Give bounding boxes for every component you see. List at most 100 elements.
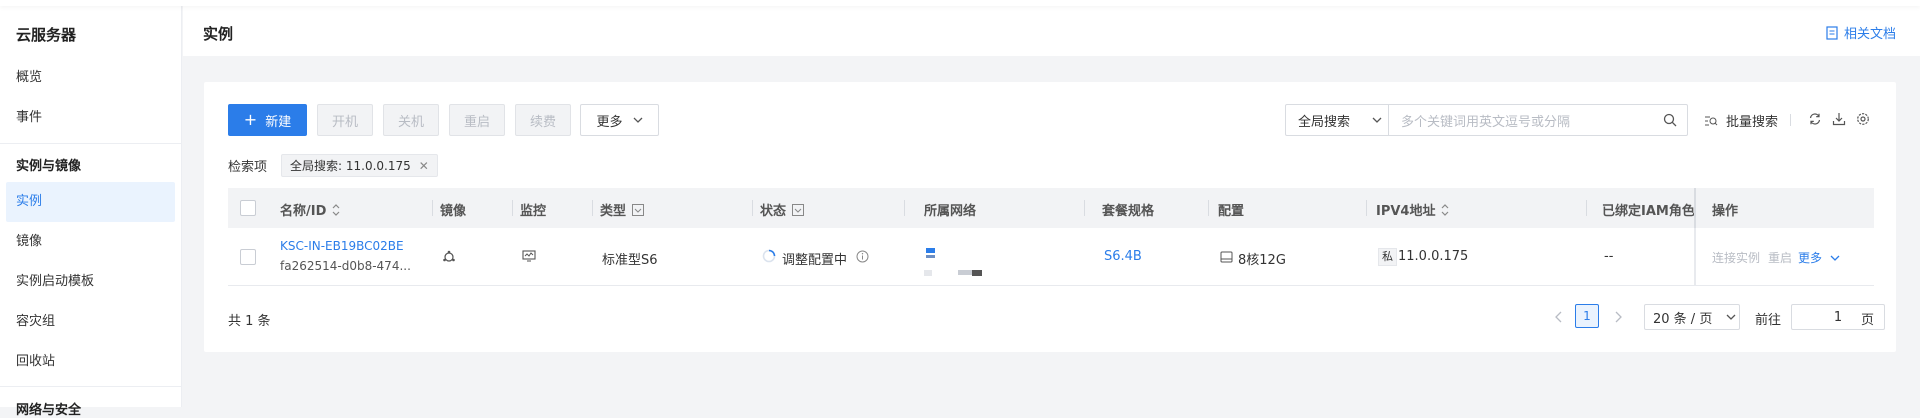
sidebar-item-recycle-bin[interactable]: 回收站	[0, 342, 175, 382]
restart-link[interactable]: 重启	[1768, 249, 1792, 266]
chevron-down-icon	[633, 117, 642, 123]
column-name-id[interactable]: 名称/ID	[280, 200, 340, 219]
goto-label: 前往	[1755, 313, 1782, 328]
top-shadow-bar	[0, 0, 1920, 6]
page-size-label: 20 条 / 页	[1653, 311, 1713, 327]
filter-bar: 检索项 全局搜索: 11.0.0.175 ✕	[228, 154, 438, 177]
table-header: 名称/ID 镜像 监控 类型 状态 所属网络 套餐规格 配置 IPV4地址 已绑…	[228, 188, 1874, 228]
package-link[interactable]: S6.4B	[1104, 249, 1142, 264]
sidebar-item-instances[interactable]: 实例	[6, 182, 175, 222]
sidebar-group-instances-images: 实例与镜像	[16, 159, 82, 174]
column-package: 套餐规格	[1102, 204, 1155, 219]
column-name-id-label: 名称/ID	[280, 204, 327, 219]
filter-tag-label: 全局搜索: 11.0.0.175	[290, 159, 411, 173]
page-suffix-label: 页	[1861, 313, 1875, 328]
column-separator	[1208, 200, 1209, 216]
start-button[interactable]: 开机	[317, 104, 373, 136]
connect-instance-link[interactable]: 连接实例	[1712, 249, 1760, 266]
select-all-checkbox[interactable]	[240, 200, 256, 216]
column-status-label: 状态	[760, 204, 787, 219]
linux-os-icon	[443, 250, 455, 262]
fixed-column-divider	[1694, 188, 1696, 228]
filter-label: 检索项	[228, 160, 268, 175]
page-header: 实例 相关文档	[183, 6, 1920, 56]
sidebar-item-images[interactable]: 镜像	[0, 222, 175, 262]
new-button[interactable]: + 新建	[228, 104, 307, 136]
batch-search-button[interactable]: 批量搜索	[1704, 111, 1778, 130]
page-size-select[interactable]: 20 条 / 页	[1644, 304, 1740, 330]
column-config: 配置	[1218, 204, 1245, 219]
sidebar-item-launch-templates[interactable]: 实例启动模板	[0, 262, 175, 302]
close-icon[interactable]: ✕	[419, 159, 429, 173]
search-placeholder: 多个关键词用英文逗号或分隔	[1401, 114, 1571, 130]
column-separator	[752, 200, 753, 216]
stop-button[interactable]: 关机	[383, 104, 439, 136]
renew-button[interactable]: 续费	[515, 104, 571, 136]
instances-card: + 新建 开机 关机 重启 续费 更多 全局搜索 多个关键词用英文逗号或分隔 批…	[204, 82, 1896, 352]
next-page-icon[interactable]	[1614, 311, 1622, 323]
download-icon[interactable]	[1832, 112, 1846, 126]
instance-status: 调整配置中	[782, 253, 848, 268]
instance-type: 标准型S6	[602, 253, 658, 268]
sidebar-divider	[0, 386, 182, 387]
iam-role: --	[1604, 249, 1614, 264]
filter-dropdown-icon[interactable]	[792, 203, 805, 216]
filter-dropdown-icon[interactable]	[632, 203, 645, 216]
column-separator	[432, 200, 433, 216]
related-docs-link[interactable]: 相关文档	[1826, 23, 1896, 42]
sidebar-group-network-security: 网络与安全	[16, 403, 82, 418]
column-ops: 操作	[1712, 204, 1739, 219]
sort-icon[interactable]	[332, 203, 340, 216]
sidebar-title: 云服务器	[16, 26, 77, 44]
instance-id: fa262514-d0b8-474...	[280, 259, 411, 273]
chevron-down-icon	[1372, 117, 1382, 123]
column-status[interactable]: 状态	[760, 200, 805, 219]
plus-icon: +	[243, 110, 258, 129]
sidebar: 云服务器 概览 事件 实例与镜像 实例 镜像 实例启动模板 容灾组 回收站 网络…	[0, 0, 182, 418]
refresh-icon[interactable]	[1808, 112, 1822, 126]
column-separator	[1084, 200, 1085, 216]
settings-gear-icon[interactable]	[1856, 112, 1870, 126]
sidebar-item-overview[interactable]: 概览	[0, 58, 175, 98]
prev-page-icon[interactable]	[1555, 311, 1563, 323]
column-separator	[1366, 200, 1367, 216]
info-icon[interactable]	[856, 250, 869, 263]
search-input[interactable]: 多个关键词用英文逗号或分隔	[1388, 104, 1688, 136]
row-checkbox[interactable]	[240, 249, 256, 265]
chevron-down-icon	[1830, 255, 1840, 261]
search-scope-select[interactable]: 全局搜索	[1285, 104, 1389, 136]
sidebar-divider	[0, 143, 182, 144]
sidebar-item-disaster-groups[interactable]: 容灾组	[0, 302, 175, 342]
table-row: KSC-IN-EB19BC02BE fa262514-d0b8-474... 标…	[228, 228, 1874, 286]
column-network: 所属网络	[924, 204, 977, 219]
search-icon[interactable]	[1663, 113, 1677, 127]
more-actions-dropdown[interactable]: 更多	[580, 104, 659, 136]
column-image: 镜像	[440, 204, 467, 219]
monitor-icon[interactable]	[522, 250, 536, 262]
column-iam: 已绑定IAM角色	[1602, 204, 1695, 219]
column-ipv4[interactable]: IPV4地址	[1376, 200, 1449, 219]
column-separator	[1586, 200, 1587, 216]
filter-tag[interactable]: 全局搜索: 11.0.0.175 ✕	[281, 154, 438, 177]
instance-ipv4: 11.0.0.175	[1398, 249, 1469, 264]
sidebar-item-events[interactable]: 事件	[0, 98, 175, 138]
row-more-label: 更多	[1798, 251, 1823, 265]
page-number-current[interactable]: 1	[1575, 304, 1599, 328]
restart-button[interactable]: 重启	[449, 104, 505, 136]
row-more-dropdown[interactable]: 更多	[1798, 249, 1840, 266]
related-docs-label: 相关文档	[1843, 27, 1896, 42]
batch-search-icon	[1705, 116, 1718, 125]
private-ip-badge: 私	[1378, 248, 1397, 266]
loading-spinner-icon	[762, 249, 776, 263]
chevron-down-icon	[1726, 314, 1736, 320]
document-icon	[1826, 25, 1838, 40]
column-monitor: 监控	[520, 204, 547, 219]
column-separator	[592, 200, 593, 216]
new-button-label: 新建	[265, 114, 292, 130]
sort-icon[interactable]	[1441, 203, 1449, 216]
column-separator	[904, 200, 905, 216]
column-type[interactable]: 类型	[600, 200, 645, 219]
instance-name-link[interactable]: KSC-IN-EB19BC02BE	[280, 239, 404, 253]
column-ipv4-label: IPV4地址	[1376, 204, 1436, 219]
disk-icon	[1220, 251, 1233, 263]
